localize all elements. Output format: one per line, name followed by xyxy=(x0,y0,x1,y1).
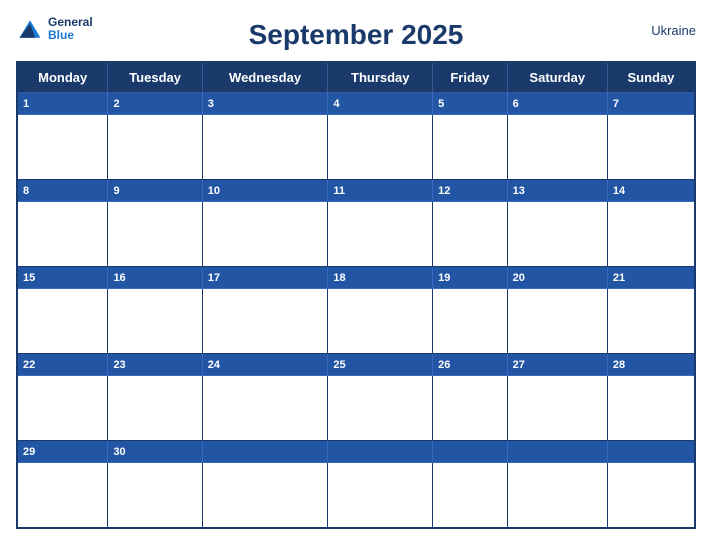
logo-blue-text: Blue xyxy=(48,29,93,42)
logo-area: General Blue xyxy=(16,15,93,43)
day-number-w2-d1: 8 xyxy=(17,180,108,202)
day-cell-w2-d5 xyxy=(433,202,507,267)
day-number-w4-d4: 25 xyxy=(328,354,433,376)
day-cell-w1-d5 xyxy=(433,115,507,180)
week-content-row-5 xyxy=(17,463,695,528)
day-cell-w5-d6 xyxy=(507,463,607,528)
day-cell-w5-d5 xyxy=(433,463,507,528)
week-content-row-3 xyxy=(17,289,695,354)
day-number-w5-d2: 30 xyxy=(108,441,202,463)
day-number-w1-d1: 1 xyxy=(17,93,108,115)
day-cell-w3-d5 xyxy=(433,289,507,354)
th-monday: Monday xyxy=(17,62,108,93)
day-number-w3-d3: 17 xyxy=(202,267,328,289)
week-content-row-2 xyxy=(17,202,695,267)
day-cell-w4-d7 xyxy=(607,376,695,441)
week-content-row-1 xyxy=(17,115,695,180)
day-number-w1-d4: 4 xyxy=(328,93,433,115)
day-cell-w1-d7 xyxy=(607,115,695,180)
day-cell-w2-d7 xyxy=(607,202,695,267)
day-number-w5-d5 xyxy=(433,441,507,463)
calendar-title: September 2025 xyxy=(249,19,464,51)
th-sunday: Sunday xyxy=(607,62,695,93)
th-friday: Friday xyxy=(433,62,507,93)
day-number-w3-d1: 15 xyxy=(17,267,108,289)
day-cell-w3-d3 xyxy=(202,289,328,354)
day-number-w2-d7: 14 xyxy=(607,180,695,202)
day-cell-w2-d4 xyxy=(328,202,433,267)
day-number-w5-d3 xyxy=(202,441,328,463)
day-number-w1-d5: 5 xyxy=(433,93,507,115)
day-number-w3-d2: 16 xyxy=(108,267,202,289)
day-number-w4-d3: 24 xyxy=(202,354,328,376)
week-num-row-1: 1234567 xyxy=(17,93,695,115)
day-cell-w5-d4 xyxy=(328,463,433,528)
day-cell-w4-d4 xyxy=(328,376,433,441)
week-num-row-4: 22232425262728 xyxy=(17,354,695,376)
day-cell-w5-d3 xyxy=(202,463,328,528)
day-number-w3-d4: 18 xyxy=(328,267,433,289)
calendar-wrapper: General Blue September 2025 Ukraine Mond… xyxy=(0,5,712,545)
day-cell-w3-d1 xyxy=(17,289,108,354)
day-cell-w3-d4 xyxy=(328,289,433,354)
day-number-w4-d5: 26 xyxy=(433,354,507,376)
day-cell-w4-d5 xyxy=(433,376,507,441)
week-num-row-2: 891011121314 xyxy=(17,180,695,202)
country-label: Ukraine xyxy=(651,23,696,38)
th-saturday: Saturday xyxy=(507,62,607,93)
day-number-w3-d6: 20 xyxy=(507,267,607,289)
logo-icon xyxy=(16,15,44,43)
day-number-w2-d4: 11 xyxy=(328,180,433,202)
day-number-w1-d7: 7 xyxy=(607,93,695,115)
day-cell-w2-d3 xyxy=(202,202,328,267)
day-cell-w4-d6 xyxy=(507,376,607,441)
week-content-row-4 xyxy=(17,376,695,441)
day-number-w3-d7: 21 xyxy=(607,267,695,289)
day-number-w5-d6 xyxy=(507,441,607,463)
day-number-w4-d7: 28 xyxy=(607,354,695,376)
day-cell-w1-d2 xyxy=(108,115,202,180)
day-number-w2-d2: 9 xyxy=(108,180,202,202)
week-num-row-5: 2930 xyxy=(17,441,695,463)
day-cell-w4-d1 xyxy=(17,376,108,441)
day-number-w4-d1: 22 xyxy=(17,354,108,376)
day-cell-w3-d6 xyxy=(507,289,607,354)
day-number-w2-d5: 12 xyxy=(433,180,507,202)
day-cell-w1-d6 xyxy=(507,115,607,180)
day-cell-w3-d2 xyxy=(108,289,202,354)
day-cell-w4-d2 xyxy=(108,376,202,441)
day-cell-w2-d6 xyxy=(507,202,607,267)
day-number-w2-d3: 10 xyxy=(202,180,328,202)
day-number-w4-d6: 27 xyxy=(507,354,607,376)
th-wednesday: Wednesday xyxy=(202,62,328,93)
day-cell-w5-d2 xyxy=(108,463,202,528)
day-cell-w3-d7 xyxy=(607,289,695,354)
day-number-w3-d5: 19 xyxy=(433,267,507,289)
calendar-grid: Monday Tuesday Wednesday Thursday Friday… xyxy=(16,61,696,529)
day-cell-w1-d3 xyxy=(202,115,328,180)
weekday-header-row: Monday Tuesday Wednesday Thursday Friday… xyxy=(17,62,695,93)
day-cell-w4-d3 xyxy=(202,376,328,441)
day-number-w2-d6: 13 xyxy=(507,180,607,202)
week-num-row-3: 15161718192021 xyxy=(17,267,695,289)
day-number-w5-d1: 29 xyxy=(17,441,108,463)
day-number-w5-d4 xyxy=(328,441,433,463)
day-number-w4-d2: 23 xyxy=(108,354,202,376)
day-number-w1-d3: 3 xyxy=(202,93,328,115)
th-tuesday: Tuesday xyxy=(108,62,202,93)
day-number-w1-d6: 6 xyxy=(507,93,607,115)
day-cell-w2-d2 xyxy=(108,202,202,267)
calendar-body: 1234567891011121314151617181920212223242… xyxy=(17,93,695,528)
day-number-w1-d2: 2 xyxy=(108,93,202,115)
day-cell-w1-d1 xyxy=(17,115,108,180)
th-thursday: Thursday xyxy=(328,62,433,93)
logo-text: General Blue xyxy=(48,16,93,42)
day-number-w5-d7 xyxy=(607,441,695,463)
day-cell-w5-d1 xyxy=(17,463,108,528)
day-cell-w2-d1 xyxy=(17,202,108,267)
calendar-header: General Blue September 2025 Ukraine xyxy=(16,15,696,55)
day-cell-w5-d7 xyxy=(607,463,695,528)
day-cell-w1-d4 xyxy=(328,115,433,180)
